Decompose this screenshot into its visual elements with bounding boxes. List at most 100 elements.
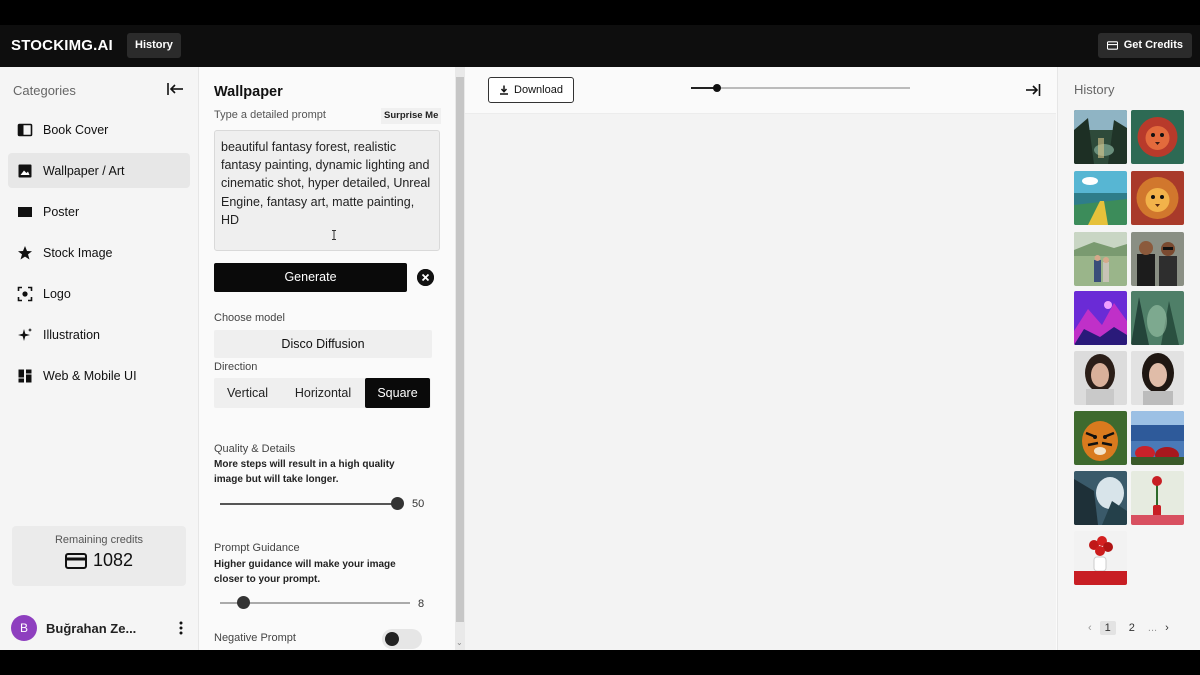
get-credits-button[interactable]: Get Credits xyxy=(1097,33,1192,58)
history-panel: History ‹ 1 2 ... › xyxy=(1057,67,1200,650)
history-thumb-sea-flowers[interactable] xyxy=(1131,411,1184,465)
text-cursor-icon xyxy=(332,230,336,240)
prev-page-icon[interactable]: ‹ xyxy=(1088,622,1092,634)
sidebar-title: Categories xyxy=(13,83,76,98)
remaining-credits-value: 1082 xyxy=(92,550,134,570)
model-select[interactable]: Disco Diffusion xyxy=(214,330,432,358)
sidebar-item-label: Logo xyxy=(43,286,71,301)
remaining-credits-card: Remaining credits 1082 xyxy=(12,526,186,586)
category-nav: Book Cover Wallpaper / Art Poster Stock … xyxy=(8,112,190,399)
zoom-slider-track[interactable] xyxy=(691,87,910,89)
scrollbar-thumb[interactable] xyxy=(456,77,464,622)
guidance-slider-handle[interactable] xyxy=(236,596,250,609)
zoom-slider-handle[interactable] xyxy=(713,84,722,92)
history-thumb-forest-cliff[interactable] xyxy=(1074,471,1127,525)
history-thumb-red-roses-vase[interactable] xyxy=(1074,531,1127,585)
image-icon xyxy=(18,164,32,177)
app-area: Categories Book Cover Wallpaper / Art Po… xyxy=(0,67,1200,650)
credit-card-icon xyxy=(1106,41,1118,50)
history-thumb-couple-portrait[interactable] xyxy=(1131,232,1184,286)
direction-toggle: Vertical Horizontal Square xyxy=(214,378,431,408)
scroll-down-icon[interactable]: ⌄ xyxy=(456,638,464,647)
negative-prompt-label: Negative Prompt xyxy=(214,632,296,644)
direction-horizontal[interactable]: Horizontal xyxy=(281,378,365,408)
quality-slider-handle[interactable] xyxy=(391,497,405,510)
download-icon xyxy=(500,85,509,95)
book-cover-icon xyxy=(17,123,33,136)
generation-form: Wallpaper Type a detailed prompt Surpris… xyxy=(200,67,454,650)
user-name: Buğrahan Ze... xyxy=(46,620,137,636)
canvas-toolbar: Download xyxy=(465,67,1056,114)
close-icon xyxy=(417,269,434,286)
sidebar-item-label: Illustration xyxy=(43,327,100,342)
user-profile[interactable]: B Buğrahan Ze... xyxy=(11,615,186,641)
image-canvas: Download xyxy=(465,67,1056,650)
star-icon xyxy=(18,245,32,259)
history-button[interactable]: History xyxy=(127,33,181,58)
guidance-value: 8 xyxy=(418,598,425,610)
sidebar-item-logo[interactable]: Logo xyxy=(8,276,190,311)
history-pagination: ‹ 1 2 ... › xyxy=(1088,621,1169,635)
form-title: Wallpaper xyxy=(214,84,283,100)
avatar[interactable]: B xyxy=(11,615,37,641)
get-credits-label: Get Credits xyxy=(1123,39,1183,51)
bottom-strip xyxy=(0,650,1200,675)
surprise-me-button[interactable]: Surprise Me xyxy=(381,108,442,124)
guidance-label: Prompt Guidance xyxy=(214,542,300,554)
history-thumb-woman-portrait-2[interactable] xyxy=(1131,351,1184,405)
history-thumb-neon-mountains[interactable] xyxy=(1074,291,1127,345)
prompt-label: Type a detailed prompt xyxy=(214,109,326,121)
history-thumb-forest-scene[interactable] xyxy=(1074,110,1127,164)
history-thumb-lion-logo[interactable] xyxy=(1131,110,1184,164)
top-bar: STOCKIMG.AI History Get Credits xyxy=(0,25,1200,67)
history-thumb-red-flower-vase[interactable] xyxy=(1131,471,1184,525)
expand-panel-icon[interactable] xyxy=(1025,83,1041,97)
download-button[interactable]: Download xyxy=(488,77,574,103)
history-thumb-tiger[interactable] xyxy=(1074,411,1127,465)
sidebar-item-stock-image[interactable]: Stock Image xyxy=(8,235,190,270)
sidebar-item-label: Wallpaper / Art xyxy=(43,163,125,178)
download-label: Download xyxy=(514,84,563,96)
quality-description: More steps will result in a high quality… xyxy=(214,459,395,485)
generate-button[interactable]: Generate xyxy=(214,263,407,292)
history-thumb-woman-portrait[interactable] xyxy=(1074,351,1127,405)
poster-icon xyxy=(18,206,32,217)
negative-prompt-toggle[interactable] xyxy=(382,629,422,649)
credit-card-icon xyxy=(64,552,87,569)
direction-square[interactable]: Square xyxy=(365,378,430,408)
guidance-description: Higher guidance will make your image clo… xyxy=(214,559,396,585)
history-thumb-green-forest[interactable] xyxy=(1131,291,1184,345)
layout-grid-icon xyxy=(18,369,32,382)
prompt-input[interactable]: beautiful fantasy forest, realistic fant… xyxy=(214,130,440,251)
next-page-icon[interactable]: › xyxy=(1165,622,1169,634)
history-thumb-landscape-road[interactable] xyxy=(1074,171,1127,225)
sidebar-item-book-cover[interactable]: Book Cover xyxy=(8,112,190,147)
quality-slider-track[interactable] xyxy=(220,503,401,505)
sidebar-item-label: Book Cover xyxy=(43,122,109,137)
history-thumb-lion-logo-orange[interactable] xyxy=(1131,171,1184,225)
quality-label: Quality & Details xyxy=(214,443,296,455)
toggle-knob xyxy=(385,632,399,646)
collapse-sidebar-icon[interactable] xyxy=(166,81,184,97)
sidebar-item-label: Poster xyxy=(43,204,80,219)
quality-value: 50 xyxy=(412,498,425,510)
sidebar-item-label: Stock Image xyxy=(43,245,113,260)
history-thumb-couple-field[interactable] xyxy=(1074,232,1127,286)
sidebar-item-web-mobile-ui[interactable]: Web & Mobile UI xyxy=(8,358,190,393)
brand-logo[interactable]: STOCKIMG.AI xyxy=(11,37,113,54)
direction-vertical[interactable]: Vertical xyxy=(214,378,281,408)
remaining-credits-value-row: 1082 xyxy=(12,550,186,571)
more-options-icon[interactable] xyxy=(178,621,184,635)
sidebar-item-poster[interactable]: Poster xyxy=(8,194,190,229)
logo-focus-icon xyxy=(17,286,33,301)
direction-label: Direction xyxy=(214,361,258,373)
sidebar-item-illustration[interactable]: Illustration xyxy=(8,317,190,352)
sparkle-icon xyxy=(18,327,32,341)
page-2[interactable]: 2 xyxy=(1124,621,1140,635)
page-1[interactable]: 1 xyxy=(1099,621,1116,635)
sidebar-item-wallpaper-art[interactable]: Wallpaper / Art xyxy=(8,153,190,188)
clear-prompt-button[interactable] xyxy=(417,269,434,286)
form-scrollbar[interactable]: ⌄ xyxy=(455,67,465,650)
model-label: Choose model xyxy=(214,312,285,324)
remaining-credits-label: Remaining credits xyxy=(54,534,144,546)
